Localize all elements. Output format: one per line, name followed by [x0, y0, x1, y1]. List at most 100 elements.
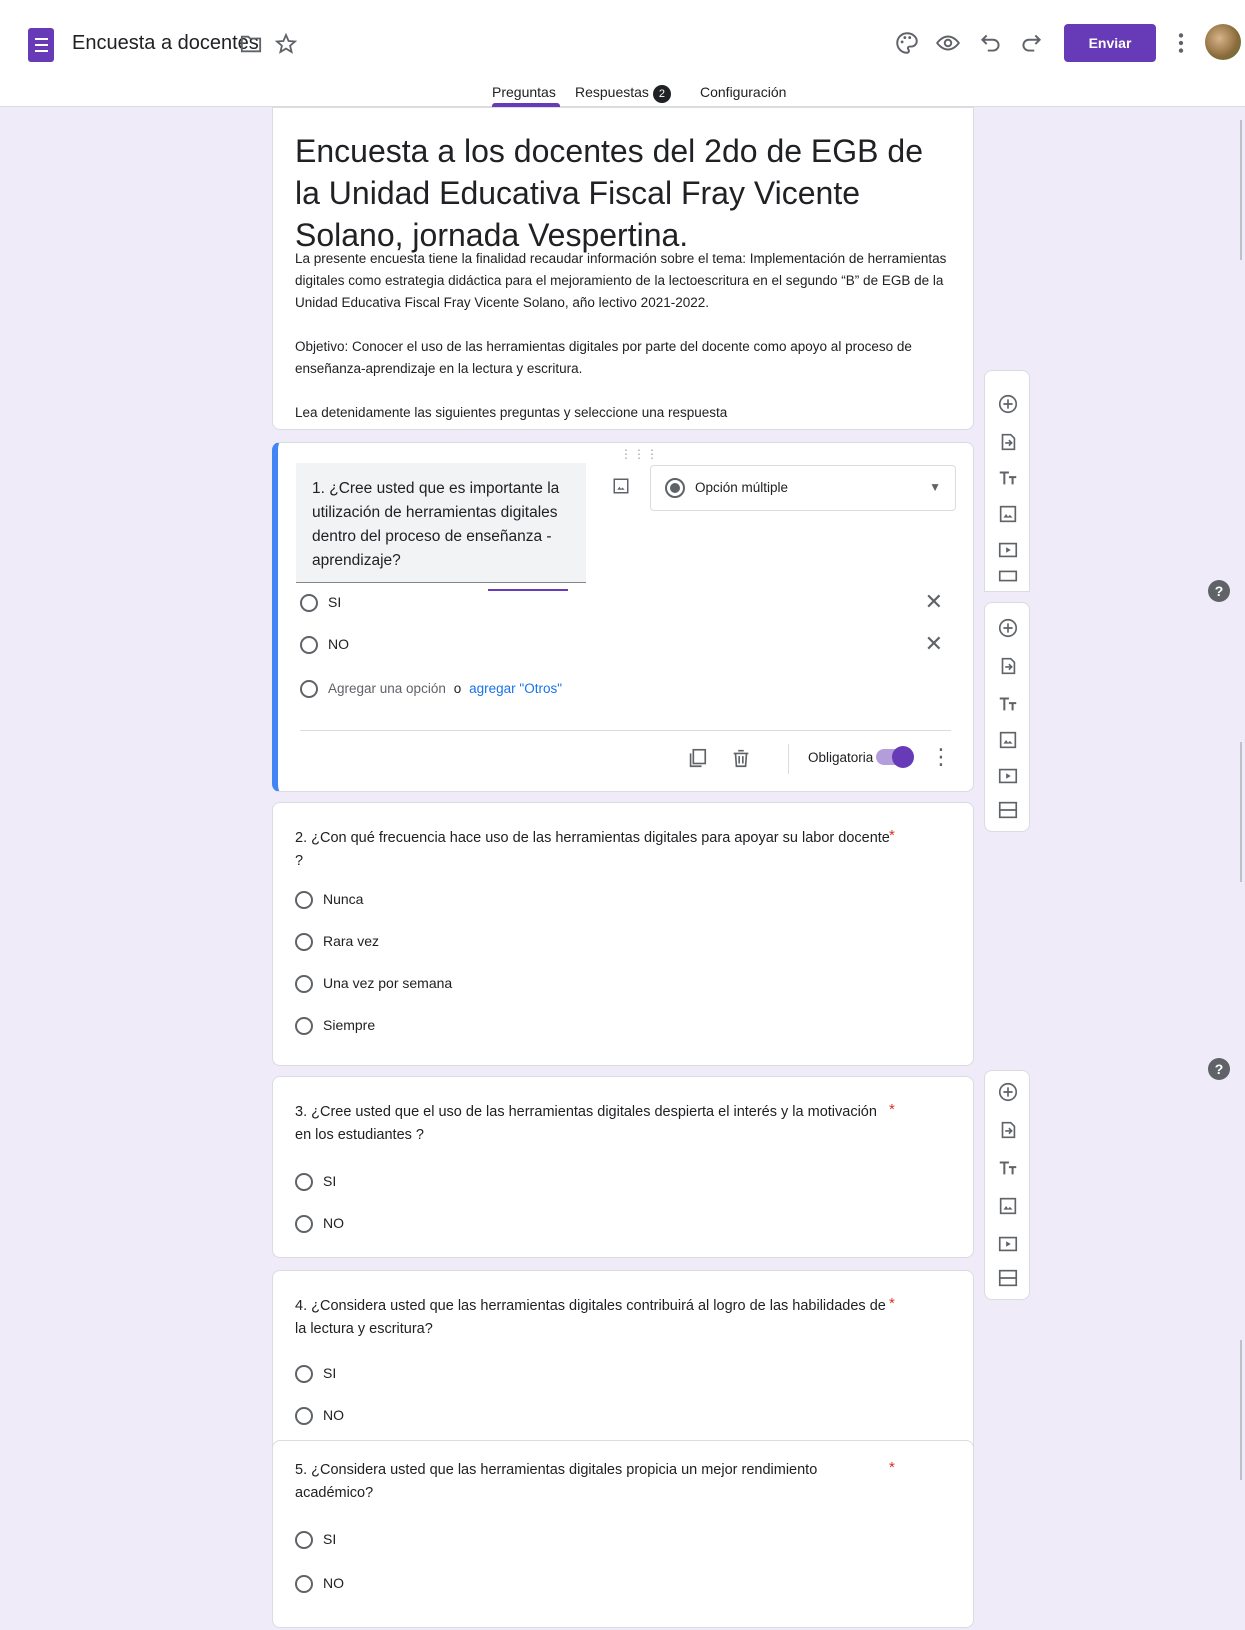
add-video-icon[interactable] — [997, 539, 1019, 561]
star-icon[interactable] — [274, 32, 298, 56]
question-card[interactable]: 5. ¿Considera usted que las herramientas… — [272, 1440, 974, 1628]
add-question-icon[interactable] — [997, 393, 1019, 415]
tab-settings[interactable]: Configuración — [700, 84, 786, 100]
option-label: SI — [323, 1365, 337, 1381]
radio-icon — [295, 1575, 313, 1594]
import-questions-icon[interactable] — [997, 1119, 1019, 1141]
add-question-icon[interactable] — [997, 617, 1019, 639]
help-icon[interactable]: ? — [1208, 1058, 1230, 1080]
folder-icon[interactable] — [240, 34, 262, 54]
question-title: 4. ¿Considera usted que las herramientas… — [295, 1298, 886, 1337]
add-title-icon[interactable] — [997, 1157, 1019, 1179]
add-image-icon[interactable] — [997, 1195, 1019, 1217]
tab-responses-label: Respuestas — [575, 84, 649, 100]
option-item[interactable]: NO — [295, 1405, 344, 1426]
required-toggle[interactable] — [876, 746, 914, 768]
add-title-icon[interactable] — [997, 467, 1019, 489]
duplicate-icon[interactable] — [686, 747, 708, 769]
import-questions-icon[interactable] — [997, 431, 1019, 453]
tab-bar: Preguntas Respuestas 2 Configuración — [0, 84, 1245, 106]
radio-icon — [300, 680, 318, 699]
form-header-card[interactable]: Encuesta a los docentes del 2do de EGB d… — [272, 107, 974, 430]
trash-icon[interactable] — [730, 747, 752, 769]
send-button[interactable]: Enviar — [1064, 24, 1156, 62]
option-item[interactable]: NO — [295, 1213, 344, 1234]
form-description[interactable]: La presente encuesta tiene la finalidad … — [295, 248, 955, 446]
add-image-icon[interactable] — [997, 503, 1019, 525]
doc-title[interactable]: Encuesta a docentes — [72, 32, 259, 55]
required-asterisk: * — [889, 1101, 895, 1118]
add-video-icon[interactable] — [997, 765, 1019, 787]
option-item[interactable]: Nunca — [295, 889, 364, 910]
option-item[interactable]: SI — [295, 1529, 337, 1550]
required-asterisk: * — [889, 1459, 895, 1476]
question-card[interactable]: 3. ¿Cree usted que el uso de las herrami… — [272, 1076, 974, 1258]
option-label: Siempre — [323, 1017, 376, 1033]
avatar[interactable] — [1205, 24, 1241, 60]
eye-icon[interactable] — [935, 30, 961, 56]
add-section-icon[interactable] — [997, 1267, 1019, 1289]
add-other-link[interactable]: agregar "Otros" — [469, 681, 562, 696]
radio-icon — [295, 975, 313, 994]
question-card[interactable]: 4. ¿Considera usted que las herramientas… — [272, 1270, 974, 1448]
question-title-input[interactable]: 1. ¿Cree usted que es importante la util… — [296, 463, 586, 583]
tab-responses[interactable]: Respuestas 2 — [575, 84, 671, 103]
add-section-icon[interactable] — [997, 569, 1019, 583]
remove-option-icon[interactable]: ✕ — [925, 591, 943, 613]
add-video-icon[interactable] — [997, 1233, 1019, 1255]
radio-icon — [295, 933, 313, 952]
option-item[interactable]: Siempre — [295, 1015, 376, 1036]
radio-icon — [295, 1407, 313, 1426]
option-item[interactable]: NO — [295, 1573, 344, 1594]
option-label: Nunca — [323, 891, 364, 907]
option-label[interactable]: SI — [328, 594, 341, 610]
radio-icon — [295, 1531, 313, 1550]
import-questions-icon[interactable] — [997, 655, 1019, 677]
add-title-icon[interactable] — [997, 693, 1019, 715]
option-label: Rara vez — [323, 933, 380, 949]
radio-icon — [295, 1215, 313, 1234]
redo-icon[interactable] — [1018, 30, 1044, 56]
scrollbar[interactable] — [1240, 742, 1242, 882]
option-label: SI — [323, 1173, 337, 1189]
radio-icon — [295, 1173, 313, 1192]
palette-icon[interactable] — [894, 30, 920, 56]
add-section-icon[interactable] — [997, 799, 1019, 821]
add-image-icon[interactable] — [997, 729, 1019, 751]
scrollbar[interactable] — [1240, 1340, 1242, 1480]
add-question-icon[interactable] — [997, 1081, 1019, 1103]
more-vert-icon[interactable] — [1168, 30, 1194, 56]
scrollbar[interactable] — [1240, 120, 1242, 260]
option-label[interactable]: NO — [328, 636, 349, 652]
option-item[interactable]: NO — [300, 634, 349, 655]
description-paragraph: Lea detenidamente las siguientes pregunt… — [295, 405, 728, 420]
required-asterisk: * — [889, 827, 895, 844]
add-option-link[interactable]: Agregar una opción — [328, 681, 446, 696]
option-item[interactable]: SI — [295, 1171, 337, 1192]
top-bar: Encuesta a docentes Enviar Preguntas Res… — [0, 0, 1245, 107]
required-asterisk: * — [889, 1295, 895, 1312]
option-item[interactable]: SI — [295, 1363, 337, 1384]
undo-icon[interactable] — [978, 30, 1004, 56]
help-icon[interactable]: ? — [1208, 580, 1230, 602]
option-item[interactable]: Rara vez — [295, 931, 380, 952]
active-question-card-options[interactable]: SI ✕ NO ✕ Agregar una opción o agregar "… — [272, 591, 974, 792]
more-vert-icon[interactable]: ⋮ — [930, 744, 952, 770]
remove-option-icon[interactable]: ✕ — [925, 633, 943, 655]
option-item[interactable]: Una vez por semana — [295, 973, 452, 994]
divider — [300, 730, 951, 731]
add-option-row: Agregar una opción o agregar "Otros" — [300, 678, 562, 699]
form-title[interactable]: Encuesta a los docentes del 2do de EGB d… — [295, 130, 935, 256]
description-paragraph: La presente encuesta tiene la finalidad … — [295, 251, 947, 310]
active-question-card[interactable]: ⋮⋮⋮ 1. ¿Cree usted que es importante la … — [272, 442, 974, 592]
question-type-select[interactable]: Opción múltiple ▼ — [650, 465, 956, 511]
option-item[interactable]: SI — [300, 592, 341, 613]
forms-logo-icon[interactable] — [28, 28, 54, 62]
radio-icon — [295, 891, 313, 910]
question-card[interactable]: 2. ¿Con qué frecuencia hace uso de las h… — [272, 802, 974, 1066]
caret-down-icon: ▼ — [929, 480, 941, 494]
add-image-icon[interactable] — [612, 477, 630, 495]
option-label: SI — [323, 1531, 337, 1547]
tab-questions[interactable]: Preguntas — [492, 84, 556, 100]
drag-handle-icon[interactable]: ⋮⋮⋮ — [620, 447, 659, 461]
